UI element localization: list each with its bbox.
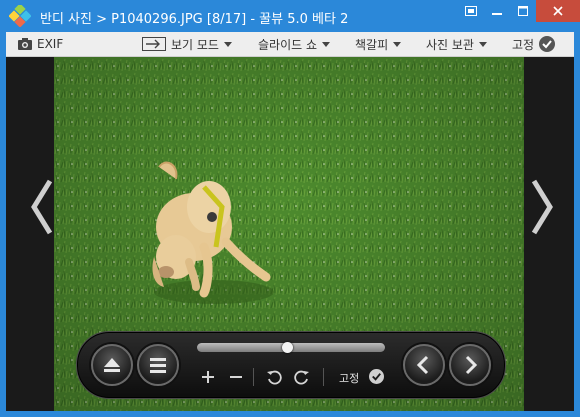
camera-icon (18, 38, 32, 50)
zoom-in-button[interactable] (197, 366, 219, 388)
pin-toggle[interactable]: 고정 (512, 32, 556, 56)
app-logo-icon (9, 5, 31, 27)
title-bar: 반디 사진 > P1040296.JPG [8/17] - 꿀뷰 5.0 베타 … (0, 0, 580, 32)
view-mode-label: 보기 모드 (171, 37, 219, 52)
fullscreen-icon (465, 6, 477, 16)
plus-icon (202, 371, 214, 383)
minus-icon (230, 376, 242, 378)
next-image-arrow[interactable] (526, 177, 556, 237)
view-mode-menu[interactable]: 보기 모드 (142, 32, 232, 56)
control-panel: 고정 (76, 331, 506, 399)
minimize-button[interactable] (484, 0, 510, 22)
exif-button[interactable]: EXIF (18, 32, 63, 56)
chevron-right-icon (465, 355, 478, 375)
window-frame-right (574, 32, 580, 417)
window-frame-bottom (0, 411, 580, 417)
previous-image-arrow[interactable] (28, 177, 58, 237)
eject-icon (104, 358, 120, 372)
view-mode-icon (142, 37, 166, 51)
chevron-left-icon (31, 179, 53, 235)
close-button[interactable] (536, 0, 580, 22)
rotate-left-icon (267, 370, 282, 385)
chevron-right-icon (531, 179, 553, 235)
bookmark-label: 책갈피 (355, 37, 389, 52)
chevron-down-icon (223, 41, 232, 47)
next-button[interactable] (449, 344, 491, 386)
close-icon (553, 6, 563, 16)
panel-pin-label[interactable]: 고정 (339, 370, 359, 386)
slideshow-label: 슬라이드 쇼 (258, 37, 318, 52)
previous-button[interactable] (403, 344, 445, 386)
photo-save-label: 사진 보관 (426, 37, 474, 52)
exif-label: EXIF (37, 37, 64, 51)
rotate-right-button[interactable] (291, 366, 313, 388)
chevron-left-icon (416, 355, 429, 375)
chevron-down-icon (393, 41, 402, 47)
menu-icon (150, 358, 166, 373)
window-title: 반디 사진 > P1040296.JPG [8/17] - 꿀뷰 5.0 베타 … (40, 12, 349, 27)
menu-button[interactable] (137, 344, 179, 386)
divider (323, 368, 324, 386)
divider (253, 368, 254, 386)
check-circle-icon (539, 36, 556, 52)
pin-label: 고정 (512, 37, 535, 52)
chevron-down-icon (478, 41, 487, 47)
maximize-button[interactable] (510, 0, 536, 22)
chevron-down-icon (322, 41, 331, 47)
photo-save-menu[interactable]: 사진 보관 (426, 32, 487, 56)
rotate-right-icon (294, 370, 309, 385)
maximize-icon (518, 6, 528, 16)
eject-button[interactable] (91, 344, 133, 386)
bookmark-menu[interactable]: 책갈피 (355, 32, 402, 56)
rotate-left-button[interactable] (263, 366, 285, 388)
toolbar: EXIF 보기 모드 슬라이드 쇼 책갈피 사진 보관 고정 (0, 32, 580, 57)
minimize-icon (492, 13, 502, 15)
slideshow-menu[interactable]: 슬라이드 쇼 (258, 32, 331, 56)
check-circle-icon[interactable] (369, 369, 384, 384)
zoom-out-button[interactable] (225, 366, 247, 388)
fullscreen-button[interactable] (458, 0, 484, 22)
